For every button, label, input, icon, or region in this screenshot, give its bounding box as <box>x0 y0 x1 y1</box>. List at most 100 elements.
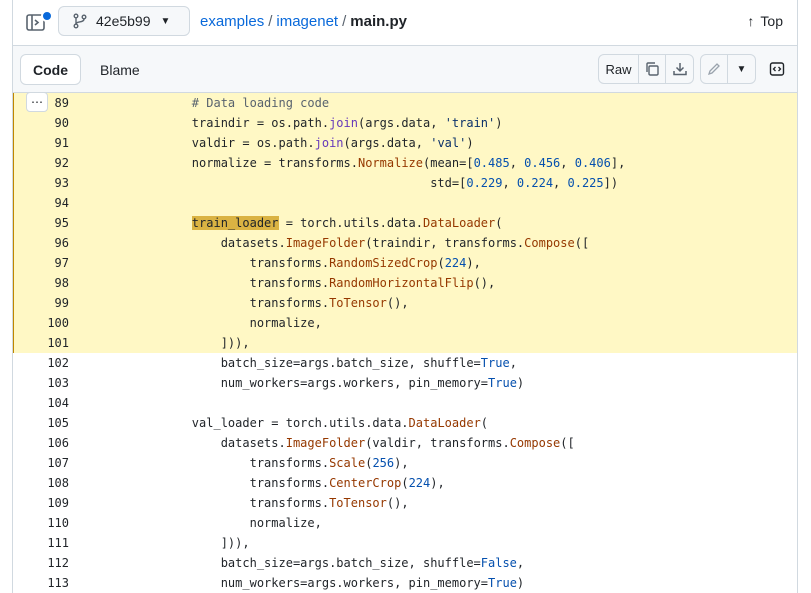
edit-actions-group: ▼ <box>700 54 756 84</box>
line-code: ])), <box>134 533 250 553</box>
line-number[interactable]: 103 <box>13 373 69 393</box>
edit-file-button[interactable] <box>701 55 728 83</box>
line-number[interactable]: 99 <box>13 293 69 313</box>
code-token: traindir = os.path. <box>134 116 330 130</box>
notification-dot <box>41 10 53 22</box>
code-token: True <box>480 356 510 370</box>
code-token: batch_size=args.batch_size, shuffle= <box>134 556 481 570</box>
code-token: join <box>314 136 344 150</box>
code-token: ToTensor <box>329 296 387 310</box>
line-number[interactable]: 98 <box>13 273 69 293</box>
code-token: 224 <box>444 256 467 270</box>
line-code: num_workers=args.workers, pin_memory=Tru… <box>134 373 524 393</box>
line-number[interactable]: 106 <box>13 433 69 453</box>
tab-blame[interactable]: Blame <box>87 54 153 85</box>
search-match: train_loader <box>191 216 279 230</box>
code-token: 0.224 <box>516 176 554 190</box>
line-code: valdir = os.path.join(args.data, 'val') <box>134 133 474 153</box>
line-number[interactable]: 94 <box>13 193 69 213</box>
line-number[interactable]: 107 <box>13 453 69 473</box>
code-token: , <box>509 356 517 370</box>
code-token: datasets. <box>134 436 286 450</box>
tab-code[interactable]: Code <box>20 54 81 85</box>
line-number[interactable]: 92 <box>13 153 69 173</box>
arrow-up-icon: ↑ <box>747 13 755 29</box>
line-number[interactable]: 104 <box>13 393 69 413</box>
line-number[interactable]: 91 <box>13 133 69 153</box>
line-number[interactable]: 93 <box>13 173 69 193</box>
line-code: # Data loading code <box>134 93 329 113</box>
code-line: 94 <box>13 193 797 213</box>
edit-options-button[interactable]: ▼ <box>728 55 755 83</box>
code-token: 0.406 <box>574 156 611 170</box>
kebab-icon[interactable]: ⋯ <box>26 92 48 112</box>
symbols-panel-icon <box>769 62 785 76</box>
line-code: datasets.ImageFolder(valdir, transforms.… <box>134 433 575 453</box>
git-branch-icon <box>73 13 87 29</box>
code-token: ( <box>401 476 409 490</box>
line-code: normalize, <box>134 513 322 533</box>
line-number[interactable]: 112 <box>13 553 69 573</box>
line-code: num_workers=args.workers, pin_memory=Tru… <box>134 573 524 593</box>
code-token: ])), <box>134 536 250 550</box>
view-switcher: Code Blame <box>20 54 153 85</box>
breadcrumb-folder-link[interactable]: imagenet <box>276 13 338 30</box>
line-code: val_loader = torch.utils.data.DataLoader… <box>134 413 488 433</box>
code-token: = torch.utils.data. <box>278 216 423 230</box>
line-number[interactable]: 109 <box>13 493 69 513</box>
code-token: , <box>509 156 525 170</box>
copy-raw-button[interactable] <box>639 55 666 83</box>
line-code: transforms.Scale(256), <box>134 453 409 473</box>
code-token: valdir = os.path. <box>134 136 315 150</box>
line-number[interactable]: 95 <box>13 213 69 233</box>
breadcrumb-separator: / <box>268 13 273 30</box>
line-number[interactable]: 110 <box>13 513 69 533</box>
code-token: ) <box>516 376 525 390</box>
line-code: normalize, <box>134 313 322 333</box>
code-token: RandomHorizontalFlip <box>329 276 474 290</box>
code-token: DataLoader <box>423 216 496 230</box>
line-code: train_loader = torch.utils.data.DataLoad… <box>134 213 502 233</box>
line-number[interactable]: 105 <box>13 413 69 433</box>
top-label: Top <box>760 13 783 29</box>
code-token: ), <box>430 476 445 490</box>
copy-icon <box>646 62 659 76</box>
code-token: ], <box>610 156 626 170</box>
raw-button[interactable]: Raw <box>599 55 639 83</box>
symbols-panel-button[interactable] <box>763 54 791 84</box>
code-token: ( <box>437 256 445 270</box>
line-number[interactable]: 100 <box>13 313 69 333</box>
code-token: Scale <box>329 456 366 470</box>
download-raw-button[interactable] <box>666 55 693 83</box>
line-number[interactable]: 97 <box>13 253 69 273</box>
code-token: 256 <box>372 456 395 470</box>
code-line: 97 transforms.RandomSizedCrop(224), <box>13 253 797 273</box>
line-number[interactable]: 113 <box>13 573 69 593</box>
code-token: ), <box>466 256 481 270</box>
code-token: ([ <box>574 236 590 250</box>
line-code: traindir = os.path.join(args.data, 'trai… <box>134 113 503 133</box>
code-token: ( <box>480 416 489 430</box>
line-number[interactable]: 111 <box>13 533 69 553</box>
branch-selector-button[interactable]: 42e5b99 ▼ <box>58 6 190 36</box>
line-number[interactable]: 96 <box>13 233 69 253</box>
code-token: transforms. <box>134 476 330 490</box>
code-line: 91 valdir = os.path.join(args.data, 'val… <box>13 133 797 153</box>
code-token: (valdir, transforms. <box>365 436 510 450</box>
code-token: ToTensor <box>329 496 387 510</box>
code-token: 0.225 <box>567 176 604 190</box>
code-line: 90 traindir = os.path.join(args.data, 't… <box>13 113 797 133</box>
breadcrumb-repo-link[interactable]: examples <box>200 13 264 30</box>
line-number[interactable]: 102 <box>13 353 69 373</box>
download-icon <box>672 63 687 76</box>
code-token: ]) <box>603 176 619 190</box>
line-number[interactable]: 90 <box>13 113 69 133</box>
code-token: transforms. <box>134 456 330 470</box>
line-number[interactable]: 101 <box>13 333 69 353</box>
line-code: batch_size=args.batch_size, shuffle=Fals… <box>134 553 524 573</box>
code-token: 0.456 <box>524 156 561 170</box>
top-button[interactable]: ↑ Top <box>747 13 783 29</box>
code-token: # Data loading code <box>191 96 330 110</box>
line-number[interactable]: 108 <box>13 473 69 493</box>
